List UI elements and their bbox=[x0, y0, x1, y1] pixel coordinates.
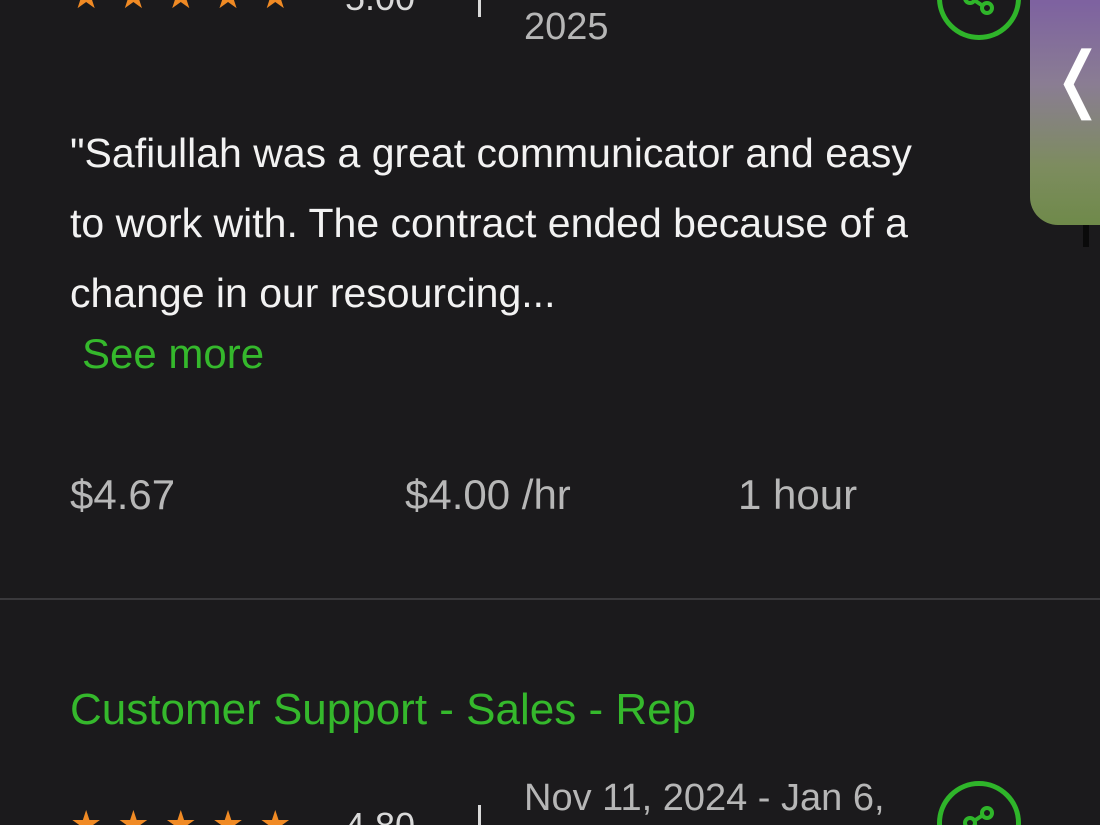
rating-date-divider bbox=[478, 805, 481, 825]
star-icon: ★ bbox=[70, 803, 103, 825]
star-icon: ★ bbox=[165, 0, 197, 14]
see-more-link[interactable]: See more bbox=[82, 328, 264, 380]
hourly-rate: $4.00 /hr bbox=[405, 471, 571, 518]
star-icon: ★ bbox=[117, 803, 150, 825]
job-title-link[interactable]: Customer Support - Sales - Rep bbox=[70, 684, 696, 736]
rating-stars: ★ ★ ★ ★ ★ bbox=[70, 806, 291, 825]
share-button[interactable] bbox=[937, 0, 1021, 40]
star-icon: ★ bbox=[117, 0, 149, 14]
total-earned: $4.67 bbox=[70, 471, 176, 518]
star-icon: ★ bbox=[164, 803, 197, 825]
rating-value: 5.00 bbox=[345, 0, 415, 16]
share-icon bbox=[963, 0, 994, 15]
star-icon: ★ bbox=[259, 803, 292, 825]
share-icon bbox=[963, 806, 994, 825]
rating-date-divider bbox=[478, 0, 481, 17]
chevron-left-icon: ❬ bbox=[1048, 38, 1100, 118]
contract-date: 2025 bbox=[524, 6, 609, 48]
review-text: "Safiullah was a great communicator and … bbox=[70, 130, 912, 316]
rating-value: 4.80 bbox=[345, 808, 415, 825]
handle-shadow bbox=[1083, 225, 1089, 247]
hours-worked: 1 hour bbox=[738, 471, 858, 518]
star-icon: ★ bbox=[259, 0, 291, 14]
section-divider bbox=[0, 598, 1100, 600]
side-panel-handle[interactable]: ❬ bbox=[1030, 0, 1100, 225]
share-button[interactable] bbox=[937, 781, 1021, 825]
contract-date: Nov 11, 2024 - Jan 6, bbox=[524, 777, 885, 819]
rating-stars: ★ ★ ★ ★ ★ bbox=[70, 0, 291, 14]
star-icon: ★ bbox=[212, 0, 244, 14]
star-icon: ★ bbox=[70, 0, 102, 14]
freelancer-work-history: ★ ★ ★ ★ ★ 5.00 2025 "Safiullah was a gre… bbox=[0, 0, 1100, 825]
star-icon: ★ bbox=[211, 803, 245, 825]
